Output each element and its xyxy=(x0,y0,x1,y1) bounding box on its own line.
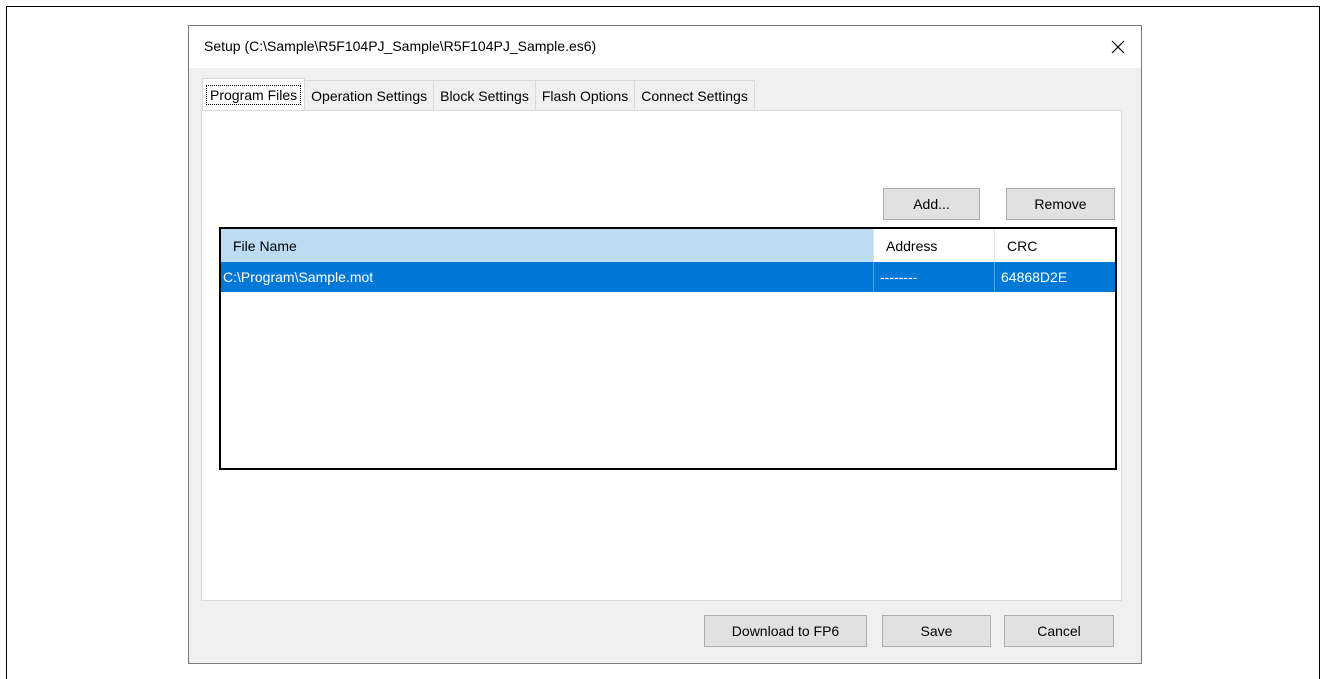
crc-cell: 64868D2E xyxy=(1001,269,1068,285)
tab-connect-settings[interactable]: Connect Settings xyxy=(634,80,755,110)
close-button[interactable] xyxy=(1099,30,1137,64)
tab-strip: Program Files Operation Settings Block S… xyxy=(202,78,755,110)
download-to-fp6-button[interactable]: Download to FP6 xyxy=(704,615,867,647)
download-button-label: Download to FP6 xyxy=(731,623,840,639)
tab-label: Program Files xyxy=(206,84,302,105)
column-header-crc[interactable]: CRC xyxy=(995,229,1115,262)
column-header-label: File Name xyxy=(233,237,297,254)
window-title: Setup (C:\Sample\R5F104PJ_Sample\R5F104P… xyxy=(204,38,597,54)
tab-flash-options[interactable]: Flash Options xyxy=(534,80,636,110)
tab-block-settings[interactable]: Block Settings xyxy=(433,80,536,110)
save-button[interactable]: Save xyxy=(882,615,991,647)
add-button[interactable]: Add... xyxy=(883,188,980,220)
tab-label: Block Settings xyxy=(440,87,529,104)
column-header-file-name[interactable]: File Name xyxy=(221,229,874,262)
remove-button-label: Remove xyxy=(1034,196,1087,212)
tab-program-files[interactable]: Program Files xyxy=(202,78,306,110)
title-bar: Setup (C:\Sample\R5F104PJ_Sample\R5F104P… xyxy=(189,26,1141,68)
add-button-label: Add... xyxy=(913,196,950,212)
tab-label: Connect Settings xyxy=(641,87,748,104)
column-header-address[interactable]: Address xyxy=(874,229,995,262)
tab-label: Operation Settings xyxy=(311,87,428,104)
tab-operation-settings[interactable]: Operation Settings xyxy=(304,80,435,110)
column-header-label: Address xyxy=(886,237,938,254)
program-files-panel: Add... Remove File Name Address CRC C:\P… xyxy=(201,110,1122,601)
remove-button[interactable]: Remove xyxy=(1006,188,1115,220)
tab-label: Flash Options xyxy=(541,87,629,104)
save-button-label: Save xyxy=(920,623,953,639)
file-name-cell: C:\Program\Sample.mot xyxy=(221,262,874,292)
list-header: File Name Address CRC xyxy=(221,229,1115,263)
program-file-list[interactable]: File Name Address CRC C:\Program\Sample.… xyxy=(219,227,1117,470)
column-header-label: CRC xyxy=(1007,237,1038,254)
table-row[interactable]: C:\Program\Sample.mot -------- 64868D2E xyxy=(221,262,1115,292)
cancel-button[interactable]: Cancel xyxy=(1004,615,1114,647)
close-icon xyxy=(1111,40,1125,54)
address-cell: -------- xyxy=(874,262,995,292)
setup-dialog: Setup (C:\Sample\R5F104PJ_Sample\R5F104P… xyxy=(188,25,1142,664)
cancel-button-label: Cancel xyxy=(1037,623,1081,639)
